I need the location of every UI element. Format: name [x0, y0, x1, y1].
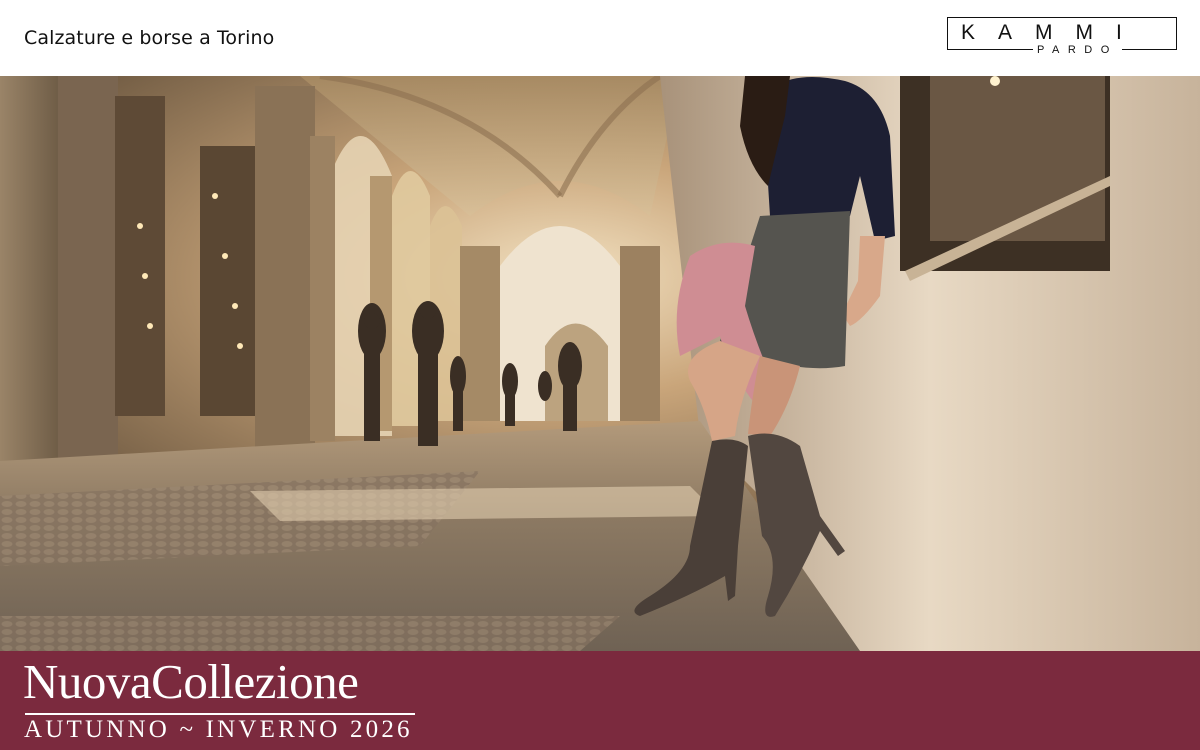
banner-divider — [25, 713, 415, 715]
banner-title: NuovaCollezione — [23, 653, 359, 710]
banner-subtitle: AUTUNNO ~ INVERNO 2026 — [24, 716, 413, 743]
hero-photo — [0, 76, 1200, 651]
banner-title-part2: Collezione — [151, 654, 359, 709]
logo-wordmark: KAMMI — [961, 21, 1145, 44]
hero-illustration — [0, 76, 1200, 651]
tagline: Calzature e borse a Torino — [24, 27, 275, 49]
collection-banner[interactable]: NuovaCollezione AUTUNNO ~ INVERNO 2026 — [0, 651, 1200, 750]
logo-subtitle: PARDO — [1033, 44, 1122, 56]
brand-logo[interactable]: KAMMI PARDO — [947, 17, 1177, 59]
banner-title-part1: Nuova — [23, 654, 152, 709]
site-header: Calzature e borse a Torino KAMMI PARDO — [0, 0, 1200, 76]
